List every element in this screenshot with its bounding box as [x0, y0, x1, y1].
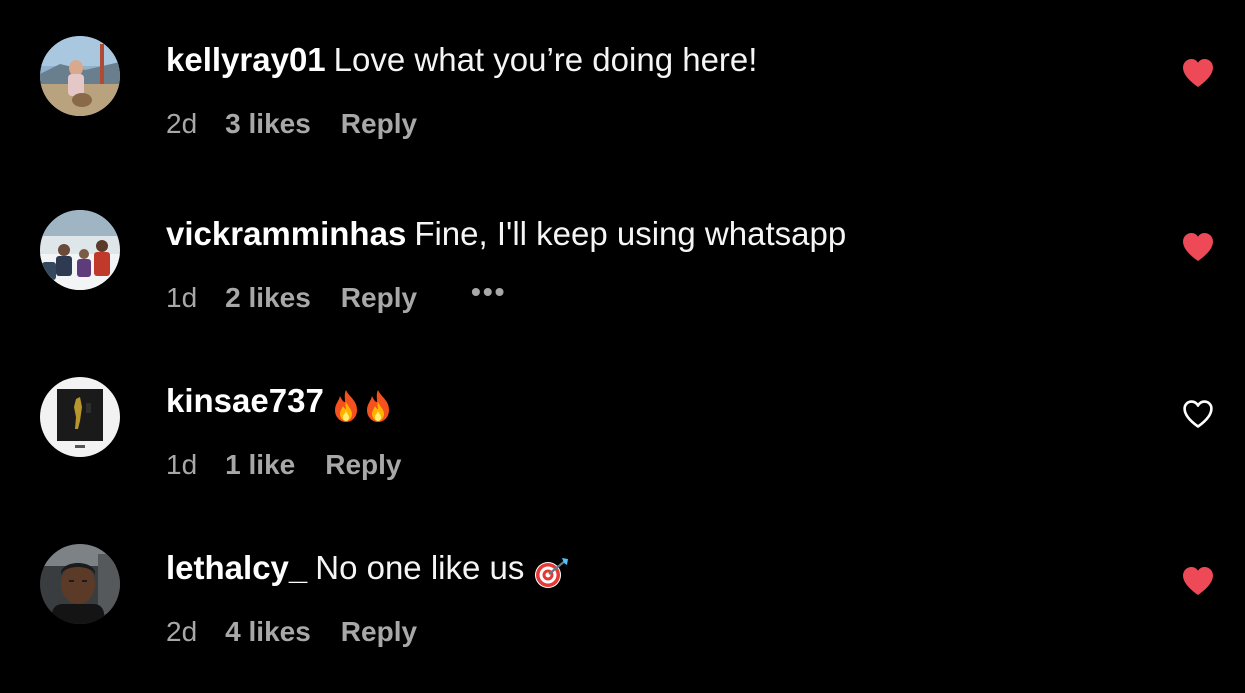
more-options-icon[interactable]: ••• [471, 275, 506, 309]
fire-emoji [362, 383, 394, 423]
comment-meta: 2d 3 likes Reply [166, 107, 417, 141]
comment-item: kellyray01 Love what you’re doing here! 2… [0, 0, 1245, 160]
comment-username[interactable]: kinsae737 [166, 382, 324, 419]
comment-username[interactable]: vickramminhas [166, 215, 406, 252]
comment-username[interactable]: kellyray01 [166, 41, 326, 78]
avatar-photo [40, 544, 120, 624]
comment-likes-count[interactable]: 3 likes [225, 107, 311, 141]
comment-username[interactable]: lethalcy_ [166, 549, 307, 586]
comment-item: kinsae737 1d 1 like Reply [0, 341, 1245, 501]
comment-item: vickramminhas Fine, I'll keep using whats… [0, 174, 1245, 334]
like-heart-icon[interactable] [1182, 232, 1214, 262]
avatar[interactable] [40, 36, 120, 116]
avatar-photo [40, 210, 120, 290]
reply-button[interactable]: Reply [341, 281, 417, 315]
comment-meta: 1d 1 like Reply [166, 448, 401, 482]
comment-text: Fine, I'll keep using whatsapp [414, 215, 847, 252]
comment-timestamp: 1d [166, 449, 198, 480]
reply-button[interactable]: Reply [325, 448, 401, 482]
comment-likes-count[interactable]: 1 like [225, 448, 295, 482]
avatar-photo [40, 377, 120, 457]
comment-text: No one like us [315, 549, 525, 586]
fire-emoji [330, 383, 362, 423]
direct-hit-emoji [534, 550, 570, 590]
like-heart-outline-icon[interactable] [1182, 399, 1214, 429]
comment-text-line: kinsae737 [166, 381, 394, 423]
avatar[interactable] [40, 210, 120, 290]
avatar[interactable] [40, 544, 120, 624]
comment-text: Love what you’re doing here! [333, 41, 758, 78]
comment-text-line: lethalcy_ No one like us [166, 548, 570, 588]
comment-timestamp: 2d [166, 616, 198, 647]
comment-meta: 1d 2 likes Reply ••• [166, 276, 506, 315]
reply-button[interactable]: Reply [341, 107, 417, 141]
reply-button[interactable]: Reply [341, 615, 417, 649]
comment-item: lethalcy_ No one like us 2d 4 likes Reply [0, 508, 1245, 668]
comment-likes-count[interactable]: 4 likes [225, 615, 311, 649]
like-heart-icon[interactable] [1182, 566, 1214, 596]
comment-timestamp: 2d [166, 108, 198, 139]
avatar-photo [40, 36, 120, 116]
comment-text-line: kellyray01 Love what you’re doing here! [166, 40, 757, 80]
comment-meta: 2d 4 likes Reply [166, 615, 417, 649]
comment-likes-count[interactable]: 2 likes [225, 281, 311, 315]
comment-text-line: vickramminhas Fine, I'll keep using whats… [166, 214, 846, 254]
like-heart-icon[interactable] [1182, 58, 1214, 88]
comment-timestamp: 1d [166, 282, 198, 313]
avatar[interactable] [40, 377, 120, 457]
